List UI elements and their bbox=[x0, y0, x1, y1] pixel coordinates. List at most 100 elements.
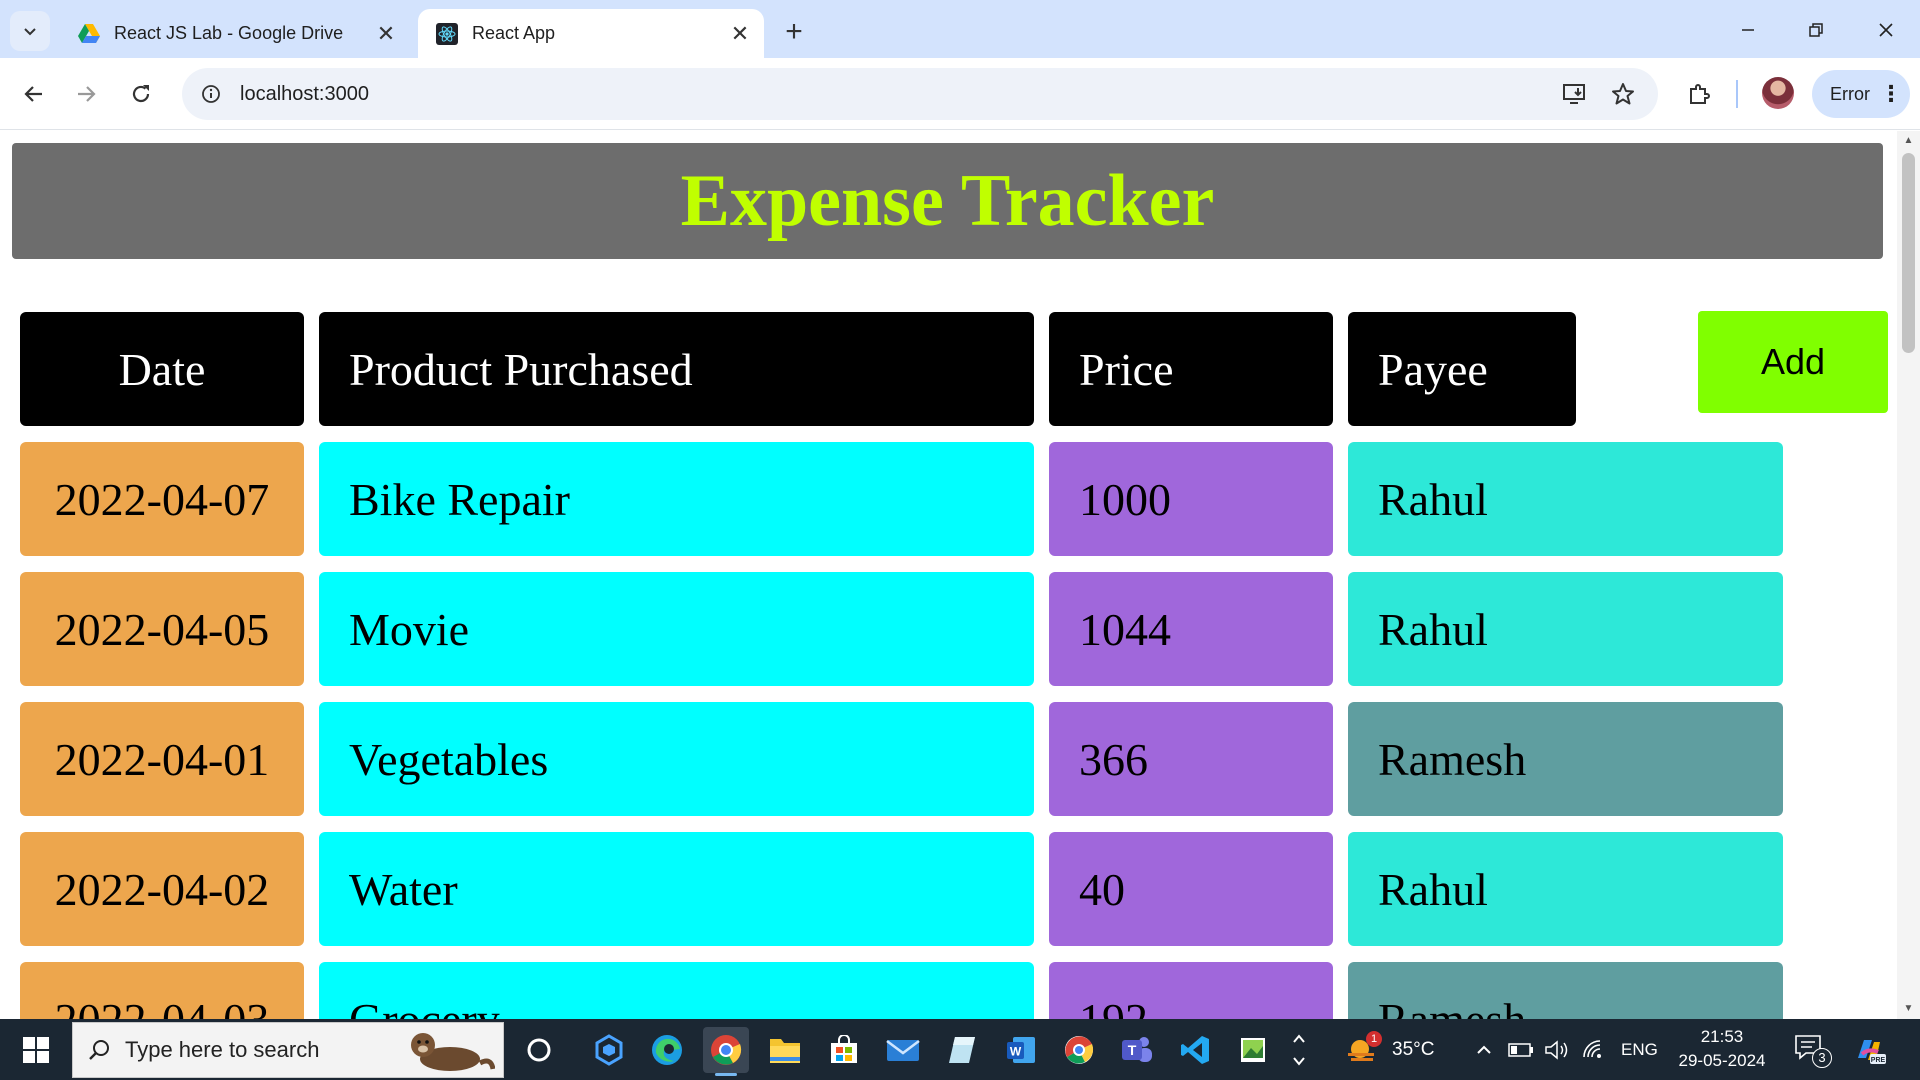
price-cell: 366 bbox=[1049, 702, 1333, 816]
svg-text:W: W bbox=[1010, 1045, 1022, 1059]
browser-toolbar: localhost:3000 Error ⋮ bbox=[0, 58, 1920, 130]
reload-button[interactable] bbox=[121, 74, 161, 114]
file-explorer-icon[interactable] bbox=[762, 1027, 808, 1073]
toolbar-divider bbox=[1736, 80, 1738, 108]
tab-google-drive[interactable]: React JS Lab - Google Drive ✕ bbox=[60, 9, 410, 58]
page-title: Expense Tracker bbox=[680, 160, 1215, 242]
more-menu-icon[interactable]: ⋮ bbox=[1880, 83, 1902, 105]
page-scrollbar[interactable]: ▲ ▼ bbox=[1897, 131, 1920, 1019]
error-label: Error bbox=[1830, 83, 1870, 104]
tab-react-app[interactable]: React App ✕ bbox=[418, 9, 764, 58]
volume-icon[interactable] bbox=[1544, 1019, 1570, 1080]
word-icon[interactable]: W bbox=[998, 1027, 1044, 1073]
otter-illustration-icon bbox=[411, 1033, 495, 1071]
google-drive-icon bbox=[78, 23, 100, 45]
image-viewer-icon[interactable] bbox=[1230, 1027, 1276, 1073]
product-cell: Bike Repair bbox=[319, 442, 1034, 556]
minimize-icon bbox=[1742, 29, 1754, 31]
price-cell: 1000 bbox=[1049, 442, 1333, 556]
tab-title: React App bbox=[472, 23, 556, 43]
react-icon bbox=[436, 22, 458, 45]
extensions-button[interactable] bbox=[1679, 74, 1719, 114]
search-icon bbox=[89, 1040, 109, 1060]
close-icon bbox=[1879, 23, 1893, 37]
notes-app-icon[interactable] bbox=[939, 1027, 985, 1073]
add-button[interactable]: Add bbox=[1698, 311, 1888, 413]
date-cell: 2022-04-03 bbox=[20, 962, 304, 1019]
close-icon[interactable]: ✕ bbox=[722, 16, 758, 52]
notification-count-badge: 3 bbox=[1812, 1047, 1832, 1068]
copilot-icon[interactable]: PRE bbox=[1852, 1019, 1886, 1080]
date-cell: 2022-04-05 bbox=[20, 572, 304, 686]
date-cell: 2022-04-02 bbox=[20, 832, 304, 946]
vscode-icon[interactable] bbox=[1172, 1027, 1218, 1073]
app-header: Expense Tracker bbox=[12, 143, 1883, 259]
profile-error-button[interactable]: Error ⋮ bbox=[1812, 70, 1910, 118]
scroll-up-icon[interactable]: ▲ bbox=[1902, 135, 1915, 147]
arrow-right-icon bbox=[78, 86, 96, 102]
date-cell: 2022-04-01 bbox=[20, 702, 304, 816]
teams-icon[interactable]: T bbox=[1114, 1027, 1160, 1073]
payee-cell: Rahul bbox=[1348, 442, 1783, 556]
cortana-icon[interactable] bbox=[516, 1027, 562, 1073]
minimize-button[interactable] bbox=[1720, 8, 1776, 52]
close-window-button[interactable] bbox=[1858, 8, 1914, 52]
weather-badge: 1 bbox=[1366, 1030, 1382, 1047]
search-placeholder: Type here to search bbox=[125, 1037, 320, 1062]
column-header-price: Price bbox=[1049, 312, 1333, 426]
weather-widget[interactable]: 1 35°C bbox=[1344, 1019, 1434, 1080]
price-cell: 192 bbox=[1049, 962, 1333, 1019]
chrome-profile-icon[interactable] bbox=[1056, 1027, 1102, 1073]
page-viewport: Expense Tracker Date Product Purchased P… bbox=[0, 131, 1897, 1019]
site-info-icon[interactable] bbox=[196, 79, 226, 109]
chrome-icon[interactable] bbox=[703, 1027, 749, 1076]
payee-cell: Ramesh bbox=[1348, 702, 1783, 816]
battery-icon[interactable] bbox=[1508, 1019, 1534, 1080]
clock-date: 29-05-2024 bbox=[1678, 1051, 1766, 1070]
azure-data-studio-icon[interactable] bbox=[586, 1027, 632, 1073]
mail-icon[interactable] bbox=[880, 1027, 926, 1073]
windows-taskbar: Type here to search W T 1 35°C ENG 21:53… bbox=[0, 1019, 1920, 1080]
taskbar-overflow-icon[interactable] bbox=[1284, 1027, 1314, 1073]
install-app-icon[interactable] bbox=[1560, 79, 1590, 109]
profile-avatar[interactable] bbox=[1762, 77, 1794, 109]
payee-cell: Ramesh bbox=[1348, 962, 1783, 1019]
windows-start-icon[interactable] bbox=[14, 1033, 58, 1067]
tray-chevron-icon[interactable] bbox=[1474, 1019, 1494, 1080]
scroll-down-icon[interactable]: ▼ bbox=[1902, 1003, 1915, 1015]
system-clock[interactable]: 21:53 29-05-2024 bbox=[1672, 1025, 1772, 1073]
column-header-payee: Payee bbox=[1348, 312, 1576, 426]
edge-icon[interactable] bbox=[644, 1027, 690, 1073]
column-header-product: Product Purchased bbox=[319, 312, 1034, 426]
weather-temperature: 35°C bbox=[1392, 1038, 1435, 1060]
tab-search-button[interactable] bbox=[10, 11, 50, 51]
clock-time: 21:53 bbox=[1700, 1027, 1744, 1046]
payee-cell: Rahul bbox=[1348, 832, 1783, 946]
close-icon[interactable]: ✕ bbox=[368, 16, 404, 52]
taskbar-search[interactable]: Type here to search bbox=[72, 1022, 504, 1078]
wifi-icon[interactable] bbox=[1582, 1019, 1608, 1080]
restore-button[interactable] bbox=[1788, 8, 1844, 52]
arrow-left-icon bbox=[24, 86, 42, 102]
tab-title: React JS Lab - Google Drive bbox=[114, 23, 344, 43]
product-cell: Vegetables bbox=[319, 702, 1034, 816]
forward-button[interactable] bbox=[66, 74, 106, 114]
back-button[interactable] bbox=[14, 74, 54, 114]
payee-cell: Rahul bbox=[1348, 572, 1783, 686]
bookmark-star-icon[interactable] bbox=[1608, 79, 1638, 109]
notification-center-icon[interactable]: 3 bbox=[1794, 1019, 1832, 1080]
new-tab-button[interactable]: + bbox=[776, 14, 812, 50]
chevron-down-icon bbox=[24, 28, 36, 36]
product-cell: Grocery bbox=[319, 962, 1034, 1019]
weather-icon: 1 bbox=[1344, 1030, 1382, 1067]
address-bar[interactable]: localhost:3000 bbox=[182, 68, 1658, 120]
price-cell: 40 bbox=[1049, 832, 1333, 946]
scrollbar-thumb[interactable] bbox=[1902, 153, 1915, 353]
product-cell: Water bbox=[319, 832, 1034, 946]
language-indicator[interactable]: ENG bbox=[1621, 1019, 1658, 1080]
column-header-date: Date bbox=[20, 312, 304, 426]
product-cell: Movie bbox=[319, 572, 1034, 686]
svg-text:PRE: PRE bbox=[1871, 1057, 1886, 1064]
microsoft-store-icon[interactable] bbox=[821, 1027, 867, 1073]
reload-icon bbox=[132, 85, 150, 103]
